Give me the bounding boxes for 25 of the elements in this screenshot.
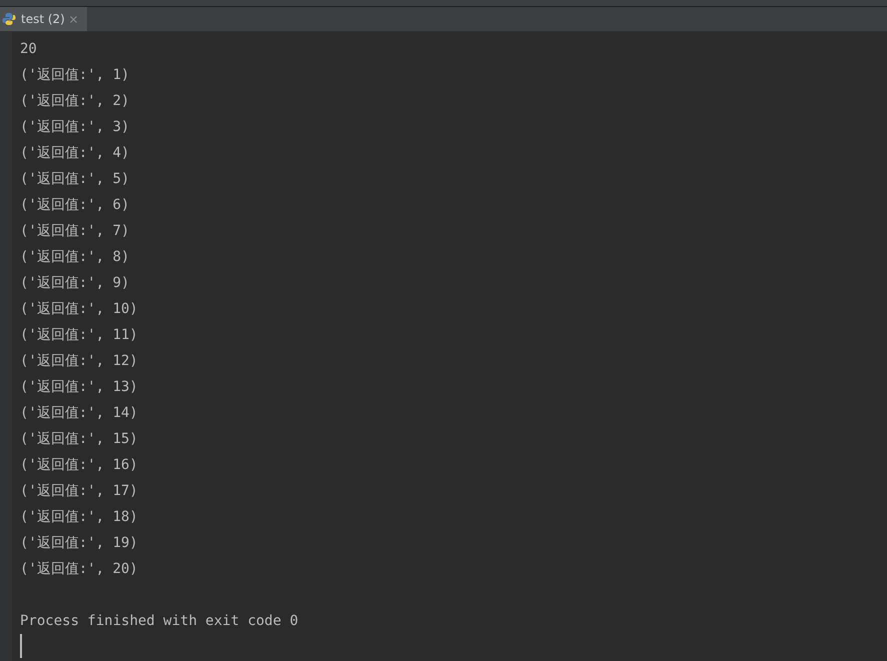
output-line: ('返回值:', 3) [20,118,130,137]
output-line: ('返回值:', 19) [20,534,138,553]
output-line: ('返回值:', 1) [20,66,130,85]
output-line: ('返回值:', 12) [20,352,138,371]
exit-message: Process finished with exit code 0 [20,612,298,631]
output-line: ('返回值:', 20) [20,560,138,579]
close-icon[interactable] [70,16,77,22]
output-line: ('返回值:', 5) [20,170,130,189]
python-icon [2,12,16,26]
output-line: ('返回值:', 6) [20,196,130,215]
output-line: ('返回值:', 11) [20,326,138,345]
output-line: 20 [20,40,37,59]
output-line: ('返回值:', 10) [20,300,138,319]
console-tab[interactable]: test (2) [0,7,87,31]
output-line: ('返回值:', 4) [20,144,130,163]
output-line: ('返回值:', 9) [20,274,130,293]
output-line: ('返回值:', 16) [20,456,138,475]
output-line: ('返回值:', 15) [20,430,138,449]
output-line: ('返回值:', 2) [20,92,130,111]
output-line: ('返回值:', 8) [20,248,130,267]
output-line: ('返回值:', 14) [20,404,138,423]
output-line: ('返回值:', 13) [20,378,138,397]
output-line: ('返回值:', 18) [20,508,138,527]
output-line: ('返回值:', 17) [20,482,138,501]
output-line: ('返回值:', 7) [20,222,130,241]
